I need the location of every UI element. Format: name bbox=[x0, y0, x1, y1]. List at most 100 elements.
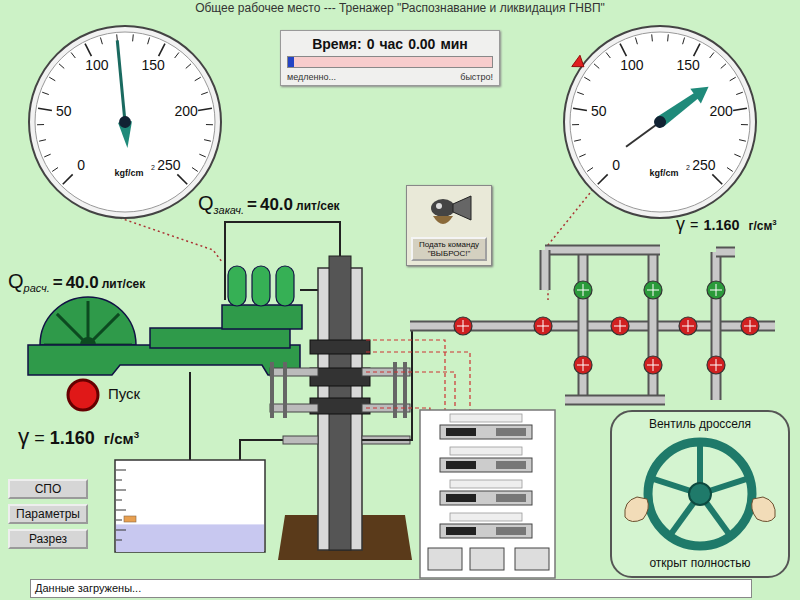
flow-letter: Q bbox=[198, 192, 214, 214]
flow-value: 40.0 bbox=[260, 195, 293, 215]
valve[interactable] bbox=[707, 356, 725, 374]
limit-marker bbox=[572, 55, 588, 72]
valve[interactable] bbox=[644, 281, 662, 299]
flow-symbol: Qзакач. bbox=[198, 192, 244, 215]
mud-level bbox=[116, 524, 264, 552]
slow-label: медленно... bbox=[287, 72, 336, 82]
signal-line bbox=[120, 218, 222, 262]
density-equals: = bbox=[34, 428, 45, 449]
pressure-gauge: 050100150200250kgf/cm2 bbox=[564, 26, 756, 218]
gauge-unit-exp: 2 bbox=[686, 164, 690, 171]
time-part: 0 bbox=[367, 36, 375, 52]
gauge-needle bbox=[621, 79, 714, 154]
side-button[interactable]: СПО bbox=[8, 479, 88, 499]
choke-valve-panel: Вентиль дросселя открыт полностью bbox=[610, 410, 790, 578]
flow-letter: Q bbox=[8, 270, 24, 292]
gauge-tick: 100 bbox=[85, 57, 109, 73]
flow-equals: = bbox=[247, 195, 257, 215]
button-line: "ВЫБРОС!" bbox=[415, 249, 483, 258]
hydraulic-line bbox=[366, 352, 470, 410]
fast-label: быстро! bbox=[460, 72, 493, 82]
elapsed-time: Время: 0час 0.00 мин bbox=[287, 36, 493, 52]
choke-title: Вентиль дросселя bbox=[649, 417, 751, 431]
hand-icon bbox=[625, 497, 649, 522]
density-exp: 3 bbox=[772, 218, 776, 227]
valve[interactable] bbox=[534, 317, 552, 335]
time-part: Время: bbox=[312, 36, 361, 52]
flow-unit: лит/сек bbox=[296, 199, 340, 213]
valve[interactable] bbox=[707, 281, 725, 299]
density-unit: г/см bbox=[104, 430, 134, 447]
pressure-gauge: 0 50 100 150 200 250 kgf/cm 2 bbox=[29, 26, 221, 218]
hydraulic-line bbox=[366, 340, 445, 410]
gauge-unit: kgf/cm bbox=[114, 168, 143, 178]
gauge-tick: 50 bbox=[56, 103, 72, 119]
speed-fill bbox=[288, 57, 294, 67]
mud-density: γ = 1.160 г/см3 bbox=[676, 214, 777, 235]
valve[interactable] bbox=[574, 281, 592, 299]
status-bar: Данные загружены... bbox=[30, 579, 752, 598]
time-part: час bbox=[379, 36, 403, 52]
flow-value: 40.0 bbox=[66, 273, 99, 293]
start-button bbox=[68, 380, 98, 410]
valve[interactable] bbox=[574, 356, 592, 374]
operator-icon bbox=[419, 190, 479, 234]
side-button[interactable]: Параметры bbox=[8, 504, 88, 524]
window-title: Общее рабочее место --- Тренажер "Распоз… bbox=[0, 0, 800, 16]
gauge-tick: 150 bbox=[676, 57, 700, 73]
density-unit-group: г/см3 bbox=[748, 218, 776, 233]
mud-density: γ=1.160 г/см3 bbox=[18, 424, 139, 450]
speed-labels: медленно... быстро! bbox=[287, 72, 493, 82]
flow-unit: лит/сек bbox=[102, 277, 146, 291]
time-part: мин bbox=[440, 36, 467, 52]
valve[interactable] bbox=[611, 317, 629, 335]
gauge-tick: 100 bbox=[620, 57, 644, 73]
speed-slider[interactable] bbox=[287, 56, 493, 68]
flow-rate: Qзакач.=40.0лит/сек bbox=[198, 192, 340, 215]
valve[interactable] bbox=[454, 317, 472, 335]
density-value: 1.160 bbox=[703, 217, 739, 233]
bop-control-panel bbox=[420, 410, 555, 578]
blowout-command-button[interactable]: Подать команду"ВЫБРОС!" bbox=[411, 237, 487, 261]
gauge-tick: 150 bbox=[141, 57, 165, 73]
float-marker bbox=[124, 516, 136, 522]
flow-rate: Qрасч.=40.0лит/сек bbox=[8, 270, 145, 293]
gauge-needle bbox=[110, 40, 134, 149]
flow-symbol: Qрасч. bbox=[8, 270, 50, 293]
gauge-tick: 250 bbox=[692, 157, 716, 173]
handwheel-icon[interactable] bbox=[615, 435, 785, 553]
button-line: Подать команду bbox=[415, 240, 483, 249]
choke-status: открыт полностью bbox=[649, 556, 750, 570]
flow-subscript: расч. bbox=[24, 282, 50, 294]
timer-panel: Время: 0час 0.00 мин медленно... быстро! bbox=[280, 30, 500, 86]
gauge-tick: 200 bbox=[710, 103, 734, 119]
start-label: Пуск bbox=[108, 385, 140, 402]
side-button-group: СПО Параметры Разрез bbox=[8, 479, 88, 549]
density-symbol: γ bbox=[18, 424, 29, 450]
return-line bbox=[300, 289, 320, 291]
density-value: 1.160 bbox=[50, 428, 95, 449]
density-equals: = bbox=[690, 217, 698, 233]
pump-icon bbox=[28, 266, 302, 375]
flow-subscript: закач. bbox=[214, 204, 244, 216]
valve[interactable] bbox=[679, 317, 697, 335]
gauge-tick: 200 bbox=[175, 103, 199, 119]
time-part: 0.00 bbox=[408, 36, 435, 52]
gauge-unit-exp: 2 bbox=[151, 164, 155, 171]
density-unit: г/см bbox=[748, 219, 772, 233]
density-unit-group: г/см3 bbox=[104, 429, 139, 447]
kill-line bbox=[362, 326, 412, 440]
gauge-tick: 250 bbox=[157, 157, 181, 173]
side-button[interactable]: Разрез bbox=[8, 529, 88, 549]
density-symbol: γ bbox=[676, 214, 685, 235]
valve[interactable] bbox=[741, 317, 759, 335]
hand-icon bbox=[752, 497, 776, 522]
flow-equals: = bbox=[53, 273, 63, 293]
valve[interactable] bbox=[644, 356, 662, 374]
gauge-tick: 50 bbox=[591, 103, 607, 119]
gauge-tick: 0 bbox=[77, 157, 85, 173]
blowout-command-panel: Подать команду"ВЫБРОС!" bbox=[406, 185, 492, 266]
gauge-tick: 0 bbox=[612, 157, 620, 173]
hydraulic-line bbox=[366, 372, 455, 410]
density-exp: 3 bbox=[134, 429, 139, 440]
